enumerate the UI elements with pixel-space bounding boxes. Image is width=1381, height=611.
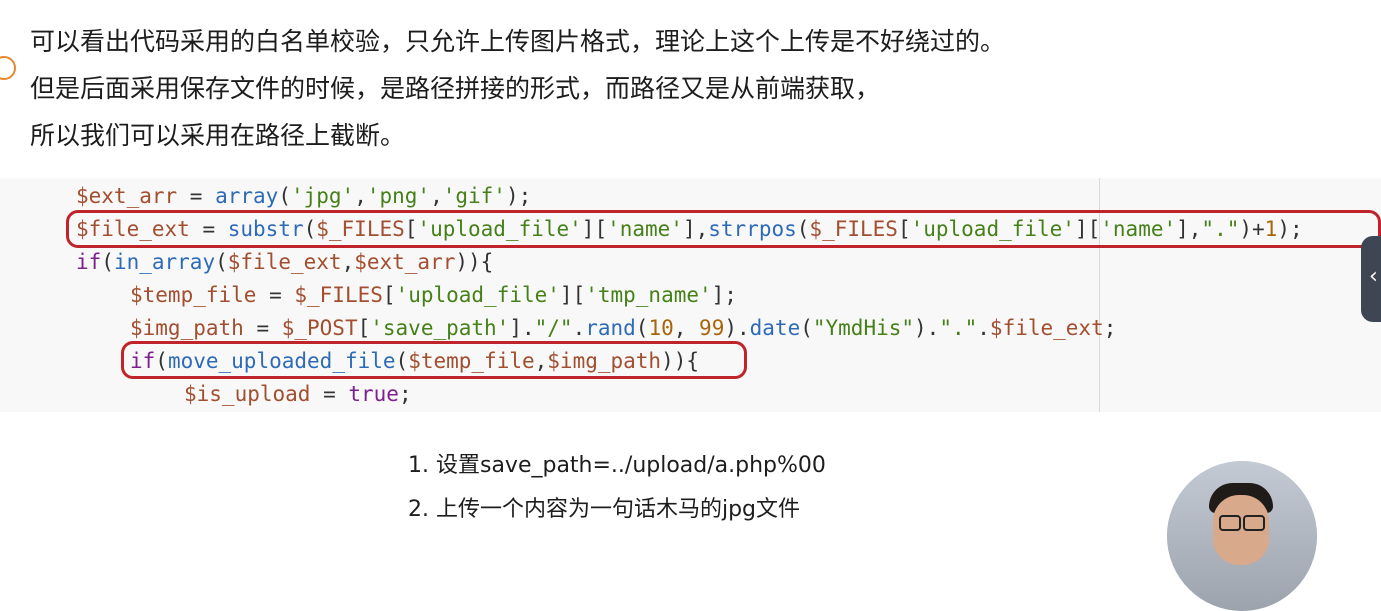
step-1: 1. 设置save_path=../upload/a.php%00 bbox=[408, 453, 826, 478]
code-line-1: $ext_arr = array('jpg','png','gif'); bbox=[76, 184, 532, 208]
steps-list: 1. 设置save_path=../upload/a.php%00 2. 上传一… bbox=[408, 444, 826, 532]
chevron-left-icon: ‹ bbox=[1369, 264, 1378, 289]
step-2: 2. 上传一个内容为一句话木马的jpg文件 bbox=[408, 497, 801, 522]
code-line-7: $is_upload = true; bbox=[184, 382, 412, 406]
webcam-overlay bbox=[1167, 461, 1317, 611]
code-line-4: $temp_file = $_FILES['upload_file']['tmp… bbox=[130, 283, 737, 307]
explanation-text: 可以看出代码采用的白名单校验，只允许上传图片格式，理论上这个上传是不好绕过的。 … bbox=[30, 18, 1005, 159]
highlight-box-file-ext bbox=[66, 210, 1381, 248]
explanation-line-3: 所以我们可以采用在路径上截断。 bbox=[30, 121, 406, 150]
code-block: $ext_arr = array('jpg','png','gif'); $fi… bbox=[0, 178, 1381, 412]
outline-circle-marker bbox=[0, 56, 16, 80]
explanation-line-2: 但是后面采用保存文件的时候，是路径拼接的形式，而路径又是从前端获取， bbox=[30, 74, 881, 103]
explanation-line-1: 可以看出代码采用的白名单校验，只允许上传图片格式，理论上这个上传是不好绕过的。 bbox=[30, 27, 1006, 56]
highlight-box-move-uploaded bbox=[121, 341, 747, 379]
glasses-right-lens bbox=[1243, 515, 1265, 531]
code-line-3: if(in_array($file_ext,$ext_arr)){ bbox=[76, 250, 494, 274]
glasses-left-lens bbox=[1219, 515, 1241, 531]
side-panel-toggle[interactable]: ‹ bbox=[1361, 236, 1381, 322]
